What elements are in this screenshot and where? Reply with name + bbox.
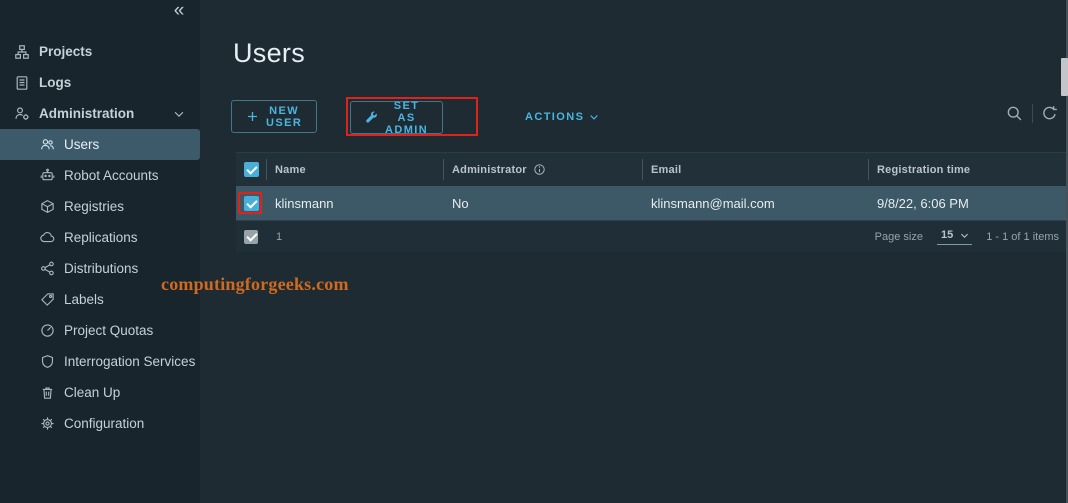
trash-icon [40,385,55,400]
wrench-icon [365,111,378,124]
sidebar-item-clean-up[interactable]: Clean Up [0,377,200,408]
page-size-label: Page size [875,231,923,243]
sidebar-item-label: Replications [64,230,138,245]
cell-registration-time: 9/8/22, 6:06 PM [868,186,1068,220]
administration-icon [14,106,30,122]
column-header-administrator[interactable]: Administrator [443,153,642,186]
new-user-button[interactable]: NEW USER [231,100,317,133]
sidebar-item-label: Projects [39,44,92,59]
chevron-down-icon [959,230,970,241]
sidebar-item-label: Distributions [64,261,138,276]
sidebar-item-registries[interactable]: Registries [0,191,200,222]
cell-administrator: No [443,186,642,220]
divider [1032,104,1033,123]
table-row[interactable]: klinsmann No klinsmann@mail.com 9/8/22, … [236,186,1068,220]
sidebar-item-interrogation-services[interactable]: Interrogation Services [0,346,200,377]
sidebar-item-robot-accounts[interactable]: Robot Accounts [0,160,200,191]
select-all-checkbox[interactable] [244,162,259,177]
sidebar-item-replications[interactable]: Replications [0,222,200,253]
page-size-value: 15 [941,229,953,241]
table-header-row: Name Administrator Email Registration ti… [236,152,1068,186]
sidebar-item-label: Labels [64,292,104,307]
sidebar-item-label: Registries [64,199,124,214]
sidebar-item-project-quotas[interactable]: Project Quotas [0,315,200,346]
items-range: 1 - 1 of 1 items [986,231,1059,243]
actions-label: ACTIONS [525,111,584,123]
sidebar-item-label: Administration [39,106,134,121]
users-icon [40,137,55,152]
robot-icon [40,168,55,183]
projects-icon [14,44,30,60]
sidebar-item-projects[interactable]: Projects [0,36,200,67]
scrollbar-thumb[interactable] [1061,58,1068,96]
sidebar-item-label: Interrogation Services [64,354,195,369]
sidebar: « Projects Logs Administration [0,0,200,503]
sidebar-item-label: Configuration [64,416,144,431]
quotas-icon [40,323,55,338]
refresh-icon[interactable] [1039,103,1059,123]
chevron-down-icon [588,111,600,123]
registries-icon [40,199,55,214]
sidebar-item-label: Logs [39,75,71,90]
sidebar-item-logs[interactable]: Logs [0,67,200,98]
replications-icon [40,230,55,245]
search-icon[interactable] [1004,103,1024,123]
sidebar-item-users[interactable]: Users [0,129,200,160]
watermark: computingforgeeks.com [161,274,349,295]
shield-icon [40,354,55,369]
table-tools [1004,103,1059,123]
gear-icon [40,416,55,431]
page-title: Users [233,38,305,69]
actions-dropdown[interactable]: ACTIONS [525,100,600,133]
column-header-registration-time[interactable]: Registration time [868,153,1068,186]
set-as-admin-label: SET AS ADMIN [385,100,428,136]
info-icon[interactable] [533,163,546,176]
sidebar-nav: Projects Logs Administration [0,36,200,439]
new-user-label: NEW USER [266,105,302,129]
plus-icon [246,110,259,123]
cell-email: klinsmann@mail.com [642,186,868,220]
sidebar-item-configuration[interactable]: Configuration [0,408,200,439]
page-size-select[interactable]: 15 [937,228,972,245]
sidebar-item-label: Project Quotas [64,323,153,338]
users-table: Name Administrator Email Registration ti… [236,152,1068,252]
cell-name: klinsmann [266,186,443,220]
labels-icon [40,292,55,307]
footer-checkbox[interactable] [244,230,258,244]
sidebar-item-administration[interactable]: Administration [0,98,200,129]
row-checkbox[interactable] [244,196,259,211]
harbor-users-page: « Projects Logs Administration [0,0,1068,503]
page-number: 1 [276,231,282,243]
logs-icon [14,75,30,91]
chevron-down-icon [172,107,186,121]
set-as-admin-button[interactable]: SET AS ADMIN [350,101,443,134]
column-header-email[interactable]: Email [642,153,868,186]
sidebar-collapse-icon[interactable]: « [166,0,192,24]
distributions-icon [40,261,55,276]
main-content: Users NEW USER SET AS ADMIN ACTIONS [200,0,1068,503]
sidebar-item-label: Robot Accounts [64,168,159,183]
table-footer: 1 Page size 15 1 - 1 of 1 items [236,220,1068,252]
sidebar-item-label: Users [64,137,99,152]
sidebar-item-label: Clean Up [64,385,120,400]
column-header-name[interactable]: Name [266,153,443,186]
